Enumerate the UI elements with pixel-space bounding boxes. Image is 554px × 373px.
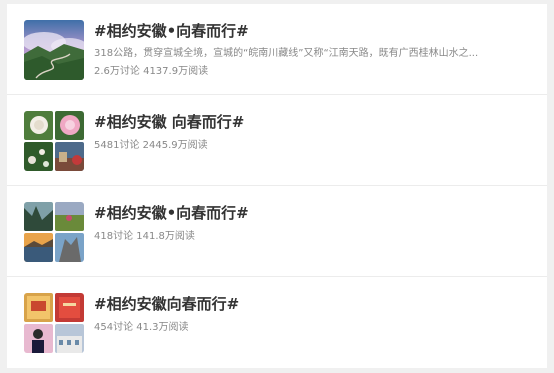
poster-photo bbox=[24, 293, 53, 322]
topic-list: #相约安徽•向春而行# 318公路，贯穿宣城全境，宣城的“皖南川藏线”又称“江南… bbox=[7, 4, 547, 368]
topic-title[interactable]: #相约安徽•向春而行# bbox=[94, 202, 249, 223]
rose-photo bbox=[24, 111, 53, 140]
topic-title[interactable]: #相约安徽 向春而行# bbox=[94, 111, 244, 132]
valley-photo bbox=[24, 202, 53, 231]
topic-item[interactable]: #相约安徽向春而行# 454讨论 41.3万阅读 bbox=[7, 277, 547, 368]
thumbnail-grid[interactable] bbox=[24, 293, 84, 353]
thumbnail-grid[interactable] bbox=[24, 111, 84, 171]
topic-title[interactable]: #相约安徽向春而行# bbox=[94, 293, 239, 314]
topic-stats: 418讨论 141.8万阅读 bbox=[94, 231, 195, 242]
topic-stats: 2.6万讨论 4137.9万阅读 bbox=[94, 66, 209, 77]
topic-item[interactable]: #相约安徽•向春而行# 418讨论 141.8万阅读 bbox=[7, 186, 547, 277]
building-photo bbox=[55, 324, 84, 353]
thumbnail-grid[interactable] bbox=[24, 202, 84, 262]
topic-title[interactable]: #相约安徽•向春而行# bbox=[94, 20, 249, 41]
topic-stats: 5481讨论 2445.9万阅读 bbox=[94, 140, 208, 151]
mountain-road-photo[interactable] bbox=[24, 20, 84, 80]
sunset-lake-photo bbox=[24, 233, 53, 262]
street-photo bbox=[55, 142, 84, 171]
topic-item[interactable]: #相约安徽 向春而行# 5481讨论 2445.9万阅读 bbox=[7, 95, 547, 186]
book-photo bbox=[55, 293, 84, 322]
peony-photo bbox=[55, 111, 84, 140]
topic-stats: 454讨论 41.3万阅读 bbox=[94, 322, 189, 333]
topic-description: 318公路，贯穿宣城全境，宣城的“皖南川藏线”又称“江南天路，既有广西桂林山水之… bbox=[94, 48, 479, 59]
person-photo bbox=[24, 324, 53, 353]
flower-field-photo bbox=[24, 142, 53, 171]
meadow-photo bbox=[55, 202, 84, 231]
topic-item[interactable]: #相约安徽•向春而行# 318公路，贯穿宣城全境，宣城的“皖南川藏线”又称“江南… bbox=[7, 4, 547, 95]
rock-peak-photo bbox=[55, 233, 84, 262]
